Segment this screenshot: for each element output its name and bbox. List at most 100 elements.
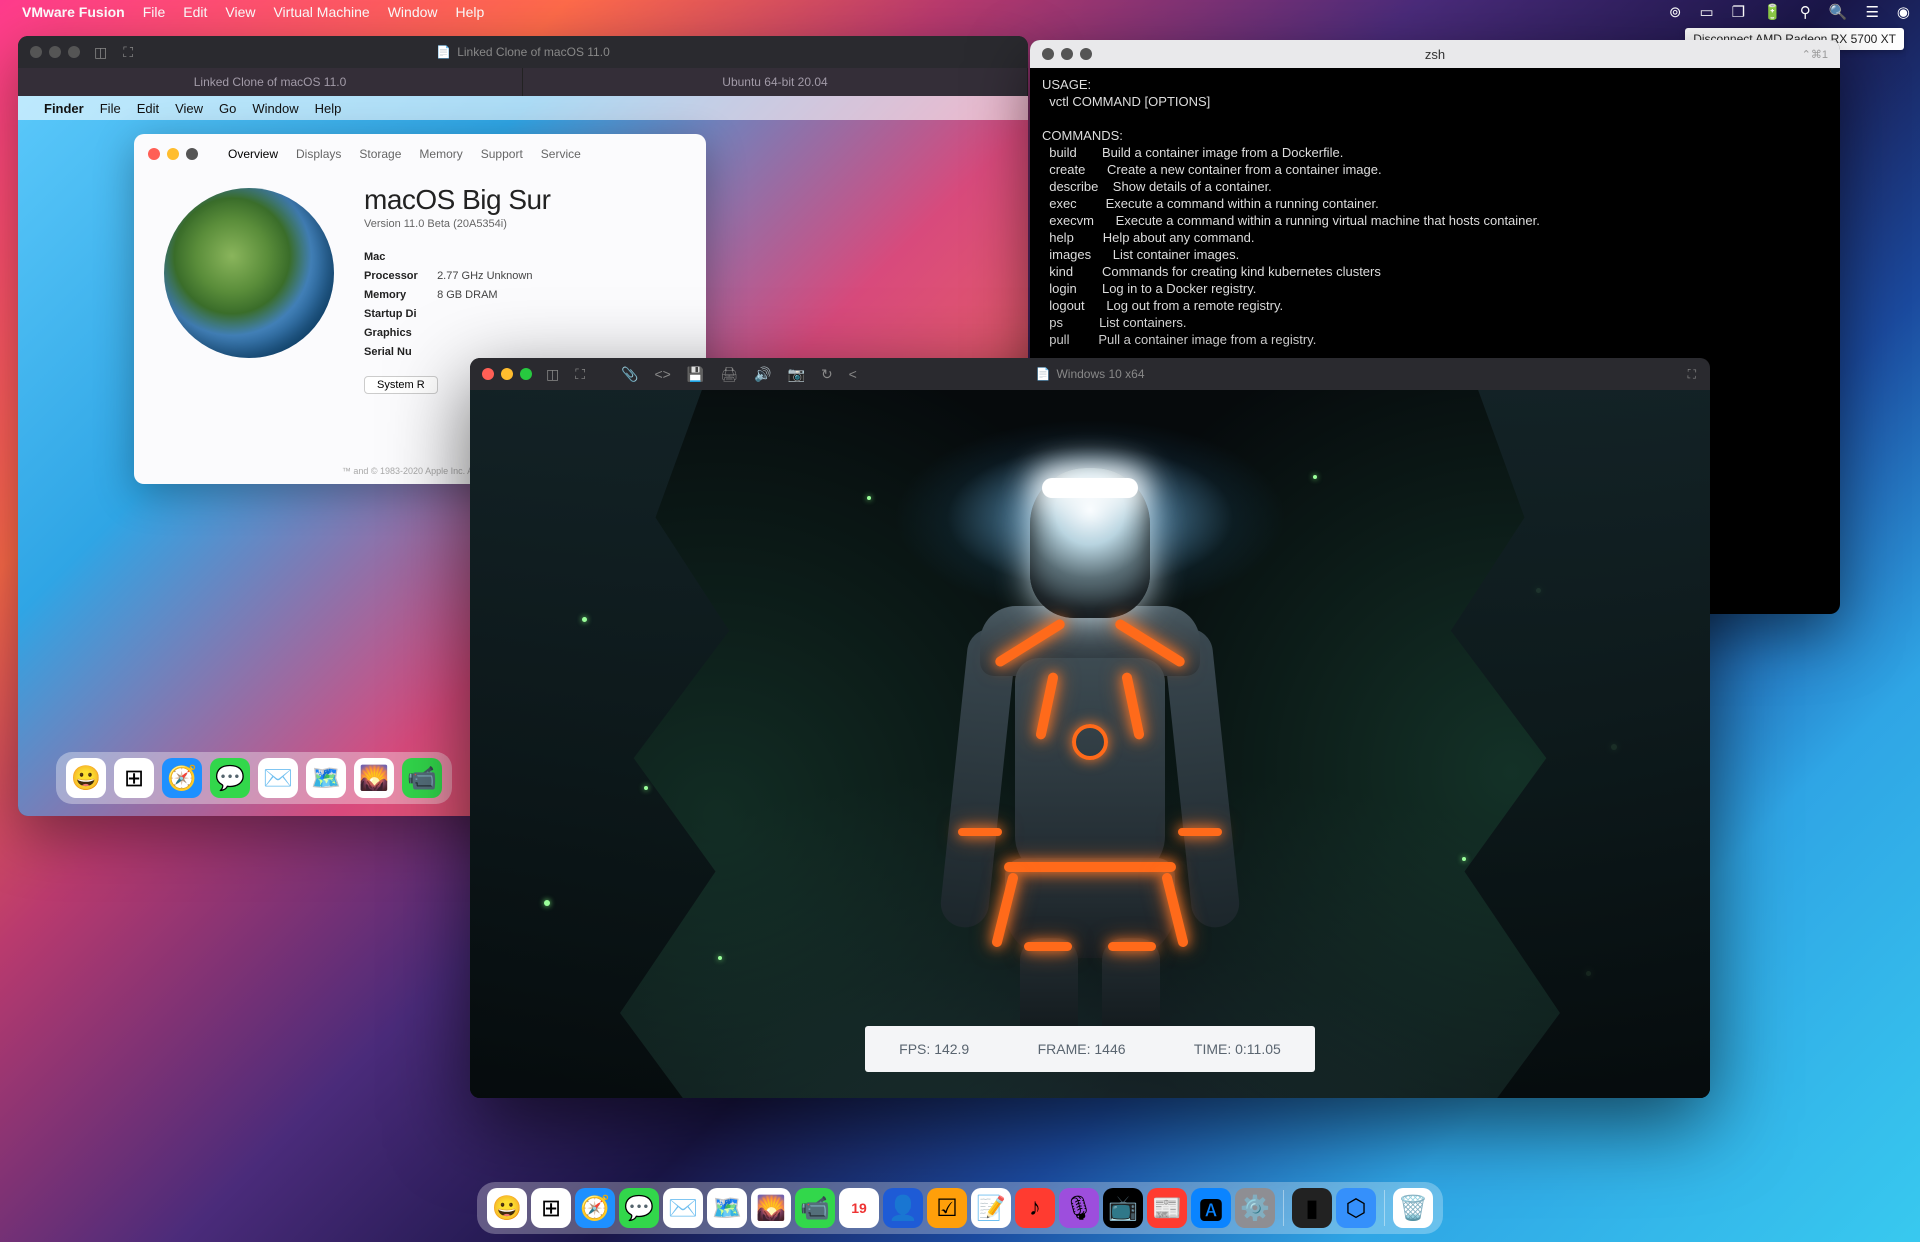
dock-launchpad-icon[interactable]: ⊞ <box>531 1188 571 1228</box>
vm-titlebar[interactable]: ◫ ⛶ 📄Linked Clone of macOS 11.0 <box>18 36 1028 68</box>
menu-window[interactable]: Window <box>388 4 438 20</box>
menu-edit[interactable]: Edit <box>183 4 207 20</box>
spotlight-icon[interactable]: 🔍 <box>1829 3 1848 21</box>
dock-reminders-icon[interactable]: ☑ <box>927 1188 967 1228</box>
about-minimize-button[interactable] <box>167 148 179 160</box>
dock-facetime-icon[interactable]: 📹 <box>402 758 442 798</box>
about-tab-memory[interactable]: Memory <box>419 147 462 161</box>
dock-messages-icon[interactable]: 💬 <box>210 758 250 798</box>
toolbar-audio-icon[interactable]: 🔊 <box>754 366 771 383</box>
vm2-title: Windows 10 x64 <box>1056 367 1144 381</box>
wifi-icon[interactable]: ⚲ <box>1800 3 1811 21</box>
dock-podcasts-icon[interactable]: 🎙 <box>1059 1188 1099 1228</box>
document-icon: 📄 <box>436 45 451 59</box>
guest-menu-view[interactable]: View <box>175 101 203 116</box>
stats-bar: FPS: 142.9 FRAME: 1446 TIME: 0:11.05 <box>865 1026 1315 1072</box>
vm-tab-1[interactable]: Linked Clone of macOS 11.0 <box>18 68 523 96</box>
battery-icon[interactable]: 🔋 <box>1763 3 1782 21</box>
about-tab-storage[interactable]: Storage <box>359 147 401 161</box>
term-close-button[interactable] <box>1042 48 1054 60</box>
toolbar-attach-icon[interactable]: 📎 <box>621 366 638 383</box>
dock-photos-icon[interactable]: 🌄 <box>751 1188 791 1228</box>
dock-maps-icon[interactable]: 🗺️ <box>707 1188 747 1228</box>
dock-trash-icon[interactable]: 🗑️ <box>1393 1188 1433 1228</box>
dock-photos-icon[interactable]: 🌄 <box>354 758 394 798</box>
menu-help[interactable]: Help <box>456 4 485 20</box>
dock-safari-icon[interactable]: 🧭 <box>162 758 202 798</box>
menu-file[interactable]: File <box>143 4 166 20</box>
dock-notes-icon[interactable]: 📝 <box>971 1188 1011 1228</box>
os-logo <box>164 188 334 358</box>
terminal-titlebar[interactable]: zsh ⌃⌘1 <box>1030 40 1840 68</box>
dock-appstore-icon[interactable]: 🅰 <box>1191 1188 1231 1228</box>
control-center-icon[interactable]: ☰ <box>1865 3 1878 21</box>
dock-mail-icon[interactable]: ✉️ <box>663 1188 703 1228</box>
menu-view[interactable]: View <box>225 4 255 20</box>
term-minimize-button[interactable] <box>1061 48 1073 60</box>
guest-menu-edit[interactable]: Edit <box>137 101 159 116</box>
about-tab-displays[interactable]: Displays <box>296 147 341 161</box>
vm2-minimize-button[interactable] <box>501 368 513 380</box>
dock-news-icon[interactable]: 📰 <box>1147 1188 1187 1228</box>
game-character <box>960 468 1220 1028</box>
about-tab-overview[interactable]: Overview <box>228 147 278 161</box>
dock-messages-icon[interactable]: 💬 <box>619 1188 659 1228</box>
dock-finder-icon[interactable]: 😀 <box>66 758 106 798</box>
dock-calendar-icon[interactable]: 19 <box>839 1188 879 1228</box>
guest-menu-window[interactable]: Window <box>252 101 298 116</box>
dock-terminal-icon[interactable]: ▮ <box>1292 1188 1332 1228</box>
toolbar-refresh-icon[interactable]: ↻ <box>821 366 833 383</box>
toolbar-code-icon[interactable]: <> <box>654 366 670 383</box>
dock-launchpad-icon[interactable]: ⊞ <box>114 758 154 798</box>
dock-settings-icon[interactable]: ⚙️ <box>1235 1188 1275 1228</box>
toolbar-disk-icon[interactable]: 💾 <box>687 366 704 383</box>
guest-menu-go[interactable]: Go <box>219 101 236 116</box>
guest-menu-help[interactable]: Help <box>315 101 342 116</box>
menu-virtual-machine[interactable]: Virtual Machine <box>273 4 369 20</box>
windows-icon[interactable]: ❐ <box>1732 3 1745 21</box>
toolbar-back-icon[interactable]: < <box>849 366 857 383</box>
vm2-titlebar[interactable]: ◫ ⛶ 📎 <> 💾 🖨 🔊 📷 ↻ < 📄 Windows 10 x64 ⛶ <box>470 358 1710 390</box>
dock-contacts-icon[interactable]: 👤 <box>883 1188 923 1228</box>
monitor-icon[interactable]: ▭ <box>1699 3 1713 21</box>
vm2-zoom-button[interactable] <box>520 368 532 380</box>
minimize-button[interactable] <box>49 46 61 58</box>
terminal-output[interactable]: USAGE: vctl COMMAND [OPTIONS] COMMANDS: … <box>1030 68 1840 356</box>
zoom-button[interactable] <box>68 46 80 58</box>
model-label: Mac <box>364 248 434 267</box>
guest-menu-file[interactable]: File <box>100 101 121 116</box>
document-icon: 📄 <box>1036 367 1051 381</box>
toolbar-camera-icon[interactable]: 📷 <box>788 366 805 383</box>
game-viewport[interactable]: FPS: 142.9 FRAME: 1446 TIME: 0:11.05 <box>470 390 1710 1098</box>
toolbar-expand-icon[interactable]: ⛶ <box>575 366 585 383</box>
toolbar-fullscreen-icon[interactable]: ⛶ <box>1688 367 1696 382</box>
dock-tv-icon[interactable]: 📺 <box>1103 1188 1143 1228</box>
dock-mail-icon[interactable]: ✉️ <box>258 758 298 798</box>
host-menubar: VMware Fusion File Edit View Virtual Mac… <box>0 0 1920 24</box>
sidebar-icon[interactable]: ◫ <box>94 44 107 61</box>
guest-menubar: Finder File Edit View Go Window Help <box>18 96 1028 120</box>
dock-vmware-icon[interactable]: ⬡ <box>1336 1188 1376 1228</box>
guest-app-name[interactable]: Finder <box>44 101 84 116</box>
toolbar-print-icon[interactable]: 🖨 <box>720 366 738 383</box>
about-zoom-button[interactable] <box>186 148 198 160</box>
status-icon[interactable]: ⊚ <box>1669 3 1682 21</box>
about-close-button[interactable] <box>148 148 160 160</box>
system-report-button[interactable]: System R <box>364 376 438 394</box>
vm2-close-button[interactable] <box>482 368 494 380</box>
dock-finder-icon[interactable]: 😀 <box>487 1188 527 1228</box>
siri-icon[interactable]: ◉ <box>1897 3 1910 21</box>
time-value: 0:11.05 <box>1235 1041 1281 1057</box>
close-button[interactable] <box>30 46 42 58</box>
toolbar-sidebar-icon[interactable]: ◫ <box>546 366 559 383</box>
about-tab-support[interactable]: Support <box>481 147 523 161</box>
about-tab-service[interactable]: Service <box>541 147 581 161</box>
term-zoom-button[interactable] <box>1080 48 1092 60</box>
dock-safari-icon[interactable]: 🧭 <box>575 1188 615 1228</box>
dock-facetime-icon[interactable]: 📹 <box>795 1188 835 1228</box>
app-name[interactable]: VMware Fusion <box>22 4 125 20</box>
dock-music-icon[interactable]: ♪ <box>1015 1188 1055 1228</box>
expand-icon[interactable]: ⛶ <box>123 44 133 61</box>
dock-maps-icon[interactable]: 🗺️ <box>306 758 346 798</box>
vm-tab-2[interactable]: Ubuntu 64-bit 20.04 <box>523 68 1028 96</box>
